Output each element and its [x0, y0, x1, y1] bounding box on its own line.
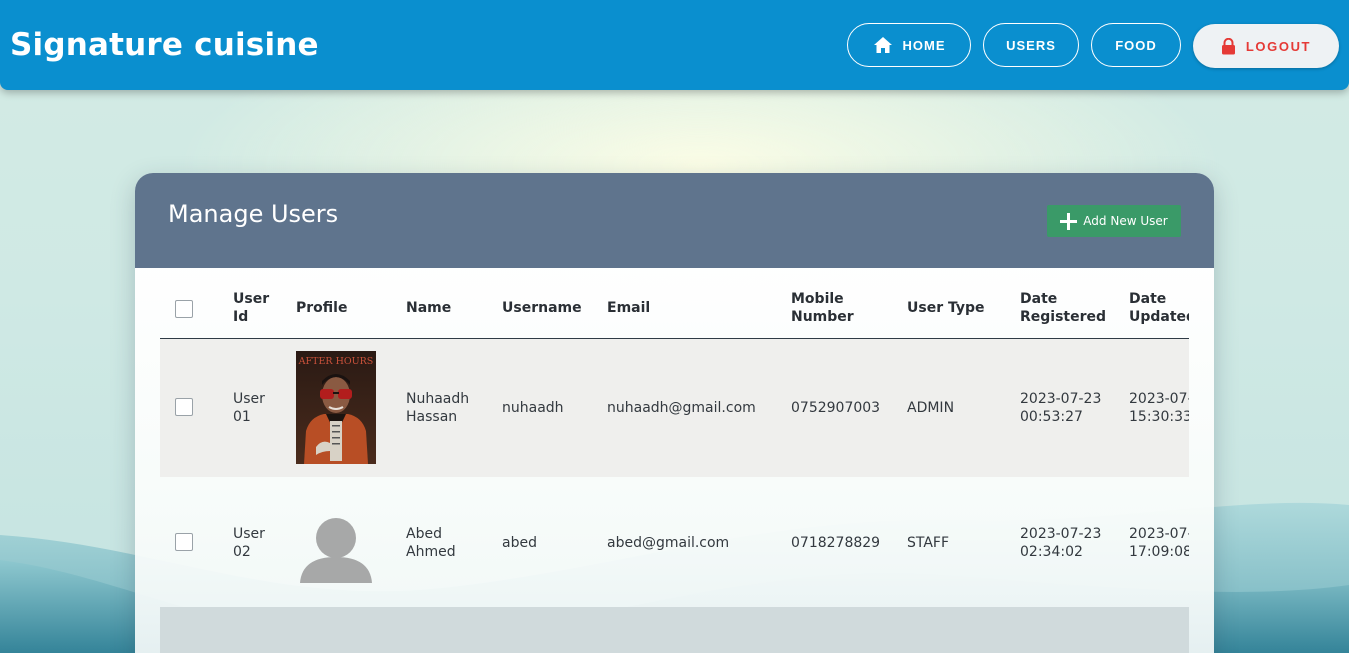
date-updated-cell: 2023-07-23 15:30:33 — [1129, 391, 1189, 425]
user-avatar-icon — [300, 518, 372, 583]
username-cell: nuhaadh — [502, 400, 564, 416]
col-user-type[interactable]: User Type — [907, 299, 985, 317]
col-user-id[interactable]: User Id — [233, 290, 275, 326]
plus-icon — [1060, 212, 1078, 230]
table-row[interactable] — [160, 607, 1189, 653]
date-registered-cell: 2023-07-23 02:34:02 — [1020, 526, 1102, 560]
col-name[interactable]: Name — [406, 299, 451, 317]
profile-image: AFTER HOURS — [296, 351, 376, 464]
profile-photo: AFTER HOURS — [296, 351, 376, 464]
panel-header: Manage Users Add New User — [135, 173, 1214, 268]
mobile-cell: 0718278829 — [791, 535, 881, 551]
manage-users-panel: Manage Users Add New User User Id Profil… — [135, 173, 1214, 653]
users-table: User Id Profile Name Username Email Mobi… — [160, 268, 1189, 653]
user-id-cell: User 02 — [233, 526, 265, 560]
col-date-registered[interactable]: Date Registered — [1020, 290, 1110, 326]
logout-button[interactable]: LOGOUT — [1193, 24, 1339, 68]
panel-title: Manage Users — [168, 200, 339, 228]
user-type-cell: ADMIN — [907, 400, 955, 416]
table-row[interactable]: User 02 Abed Ahmed abed abed@gmail.com 0… — [160, 477, 1189, 607]
mobile-cell: 0752907003 — [791, 400, 881, 416]
nav-users-label: USERS — [1006, 37, 1056, 53]
home-icon — [873, 37, 892, 53]
email-cell: nuhaadh@gmail.com — [607, 400, 756, 416]
row-checkbox[interactable] — [175, 533, 193, 551]
user-id-cell: User 01 — [233, 391, 265, 425]
lock-icon — [1221, 37, 1235, 54]
add-new-user-button[interactable]: Add New User — [1047, 205, 1181, 237]
nav-home-label: HOME — [902, 37, 946, 53]
brand-title: Signature cuisine — [10, 27, 319, 63]
col-mobile-number[interactable]: Mobile Number — [791, 290, 861, 326]
col-date-updated[interactable]: Date Updated — [1129, 290, 1189, 326]
nav-users-button[interactable]: USERS — [983, 23, 1079, 67]
date-updated-cell: 2023-07-23 17:09:08 — [1129, 526, 1189, 560]
name-cell: Nuhaadh Hassan — [406, 391, 470, 425]
panel-body: User Id Profile Name Username Email Mobi… — [135, 268, 1214, 653]
nav-food-button[interactable]: FOOD — [1091, 23, 1181, 67]
table-row[interactable]: User 01 AFTER HOURS Nuhaadh Hassan nuhaa… — [160, 339, 1189, 477]
email-cell: abed@gmail.com — [607, 535, 730, 551]
row-checkbox[interactable] — [175, 398, 193, 416]
select-all-checkbox[interactable] — [175, 300, 193, 318]
top-navbar: Signature cuisine HOME USERS FOOD LOGOUT — [0, 0, 1349, 90]
name-cell: Abed Ahmed — [406, 526, 456, 560]
logout-label: LOGOUT — [1245, 38, 1312, 54]
col-email[interactable]: Email — [607, 299, 650, 317]
user-type-cell: STAFF — [907, 535, 950, 551]
table-header: User Id Profile Name Username Email Mobi… — [160, 268, 1189, 339]
date-registered-cell: 2023-07-23 00:53:27 — [1020, 391, 1102, 425]
col-profile[interactable]: Profile — [296, 299, 347, 317]
nav-home-button[interactable]: HOME — [847, 23, 971, 67]
poster-title: AFTER HOURS — [298, 356, 374, 367]
username-cell: abed — [502, 535, 537, 551]
col-username[interactable]: Username — [502, 299, 582, 317]
add-new-user-label: Add New User — [1083, 214, 1168, 228]
nav-food-label: FOOD — [1115, 37, 1157, 53]
